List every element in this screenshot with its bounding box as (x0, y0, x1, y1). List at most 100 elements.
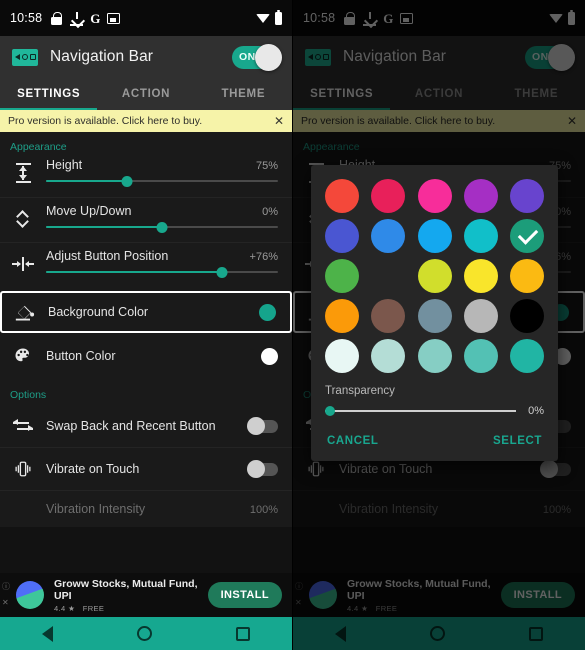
color-swatch[interactable] (325, 219, 359, 253)
setting-value: +76% (249, 251, 278, 263)
tab-action[interactable]: ACTION (97, 78, 194, 110)
ad-app-icon (16, 581, 44, 609)
height-slider[interactable] (46, 174, 278, 188)
color-swatch[interactable] (463, 299, 498, 333)
setting-row-adjust-button-position[interactable]: Adjust Button Position +76% (0, 243, 292, 287)
info-icon[interactable]: ⓘ (2, 581, 10, 592)
star-icon: ★ (68, 603, 76, 613)
setting-row-height[interactable]: Height 75% (0, 157, 292, 197)
status-bar-right-icons (256, 9, 282, 25)
color-swatch[interactable] (417, 259, 452, 293)
settings-list: Appearance Height 75% (0, 132, 292, 527)
vibrate-on-touch-toggle[interactable] (247, 459, 278, 478)
color-swatch[interactable] (463, 259, 498, 293)
color-swatch[interactable] (510, 299, 544, 333)
transparency-slider-row: 0% (311, 397, 558, 417)
color-swatch[interactable] (510, 259, 544, 293)
paint-bucket-icon (2, 302, 48, 322)
status-bar-time: 10:58 (10, 11, 43, 25)
setting-row-vibrate-on-touch[interactable]: Vibrate on Touch (0, 448, 292, 490)
cancel-button[interactable]: CANCEL (327, 435, 379, 447)
setting-row-button-color[interactable]: Button Color (0, 337, 292, 375)
back-triangle-icon[interactable] (42, 625, 53, 642)
phone-screen-settings: 10:58 G Navigation Bar ON SETTINGS ACTIO… (0, 0, 292, 650)
color-swatch[interactable] (325, 179, 359, 213)
navigation-bar-logo-icon (12, 48, 38, 66)
recents-square-icon[interactable] (236, 626, 250, 641)
google-icon: G (90, 10, 101, 26)
transparency-slider-thumb[interactable] (325, 406, 335, 417)
palette-icon (0, 347, 46, 365)
ad-banner[interactable]: ⓘ ✕ Groww Stocks, Mutual Fund, UPI 4.4 ★… (0, 573, 292, 617)
color-swatch[interactable] (463, 179, 498, 213)
ad-rating: 4.4 (54, 603, 66, 613)
home-circle-icon[interactable] (137, 626, 152, 641)
color-swatch[interactable] (371, 259, 405, 293)
color-swatch[interactable] (371, 299, 406, 333)
color-swatch[interactable] (371, 339, 406, 373)
color-swatch[interactable] (325, 339, 359, 373)
color-picker-dialog: Transparency 0% CANCEL SELECT (311, 165, 558, 461)
color-swatch[interactable] (325, 259, 359, 293)
setting-value: 75% (255, 160, 278, 172)
phone-screen-color-picker: 10:58 G Navigation Bar ON SETTI (292, 0, 585, 650)
height-icon (0, 163, 46, 183)
close-icon[interactable]: ✕ (274, 115, 284, 127)
setting-label: Adjust Button Position (46, 249, 169, 263)
color-palette-row (325, 179, 544, 213)
color-swatch[interactable] (371, 219, 406, 253)
pro-version-banner[interactable]: Pro version is available. Click here to … (0, 110, 292, 132)
install-button[interactable]: INSTALL (207, 582, 282, 608)
color-swatch[interactable] (510, 179, 544, 213)
vibrate-icon (0, 460, 46, 478)
color-swatch[interactable] (463, 339, 498, 373)
adjust-button-position-slider[interactable] (46, 265, 278, 279)
transparency-slider[interactable] (325, 406, 517, 417)
switch-knob (255, 43, 282, 71)
status-bar-left-icons: G (50, 10, 121, 26)
setting-value: 0% (262, 206, 278, 218)
screenshot-root: 10:58 G Navigation Bar ON SETTINGS ACTIO… (0, 0, 585, 650)
select-button[interactable]: SELECT (493, 435, 542, 447)
tab-theme[interactable]: THEME (195, 78, 292, 110)
setting-row-background-color[interactable]: Background Color (0, 291, 292, 333)
color-swatch[interactable] (463, 219, 498, 253)
dialog-actions: CANCEL SELECT (311, 417, 558, 455)
color-swatch[interactable] (417, 299, 452, 333)
color-swatch[interactable] (417, 339, 452, 373)
color-swatch[interactable] (325, 299, 359, 333)
ad-close-icon[interactable]: ✕ (2, 598, 10, 607)
battery-icon (275, 9, 282, 25)
tab-active-underline (0, 107, 98, 110)
tab-settings[interactable]: SETTINGS (0, 78, 97, 110)
color-palette-row (325, 299, 544, 333)
background-color-swatch[interactable] (259, 303, 276, 321)
setting-row-swap-buttons[interactable]: Swap Back and Recent Button (0, 405, 292, 447)
move-up-down-slider[interactable] (46, 220, 278, 234)
system-navigation-bar (0, 617, 292, 650)
color-palette-row (325, 219, 544, 253)
color-swatch[interactable] (417, 179, 452, 213)
color-swatch[interactable] (371, 179, 406, 213)
button-color-swatch[interactable] (261, 347, 278, 365)
setting-label: Move Up/Down (46, 204, 132, 218)
setting-row-move-up-down[interactable]: Move Up/Down 0% (0, 198, 292, 242)
setting-label: Height (46, 158, 83, 172)
adjust-position-icon (0, 257, 46, 271)
transparency-label: Transparency (325, 385, 395, 397)
color-palette-row (325, 339, 544, 373)
move-updown-icon (0, 209, 46, 229)
color-swatch[interactable] (510, 219, 544, 253)
setting-row-vibration-intensity: Vibration Intensity 100% (0, 491, 292, 527)
transparency-value: 0% (528, 405, 544, 417)
wifi-icon (256, 13, 270, 23)
pro-banner-text: Pro version is available. Click here to … (8, 115, 203, 127)
ad-text: Groww Stocks, Mutual Fund, UPI 4.4 ★ FRE… (54, 578, 208, 613)
setting-label: Background Color (48, 305, 149, 319)
color-swatch[interactable] (417, 219, 452, 253)
setting-value: 100% (249, 504, 278, 516)
swap-buttons-toggle[interactable] (247, 416, 278, 435)
section-appearance-label: Appearance (10, 141, 67, 153)
color-swatch[interactable] (510, 339, 544, 373)
master-enable-switch[interactable]: ON (232, 43, 282, 71)
